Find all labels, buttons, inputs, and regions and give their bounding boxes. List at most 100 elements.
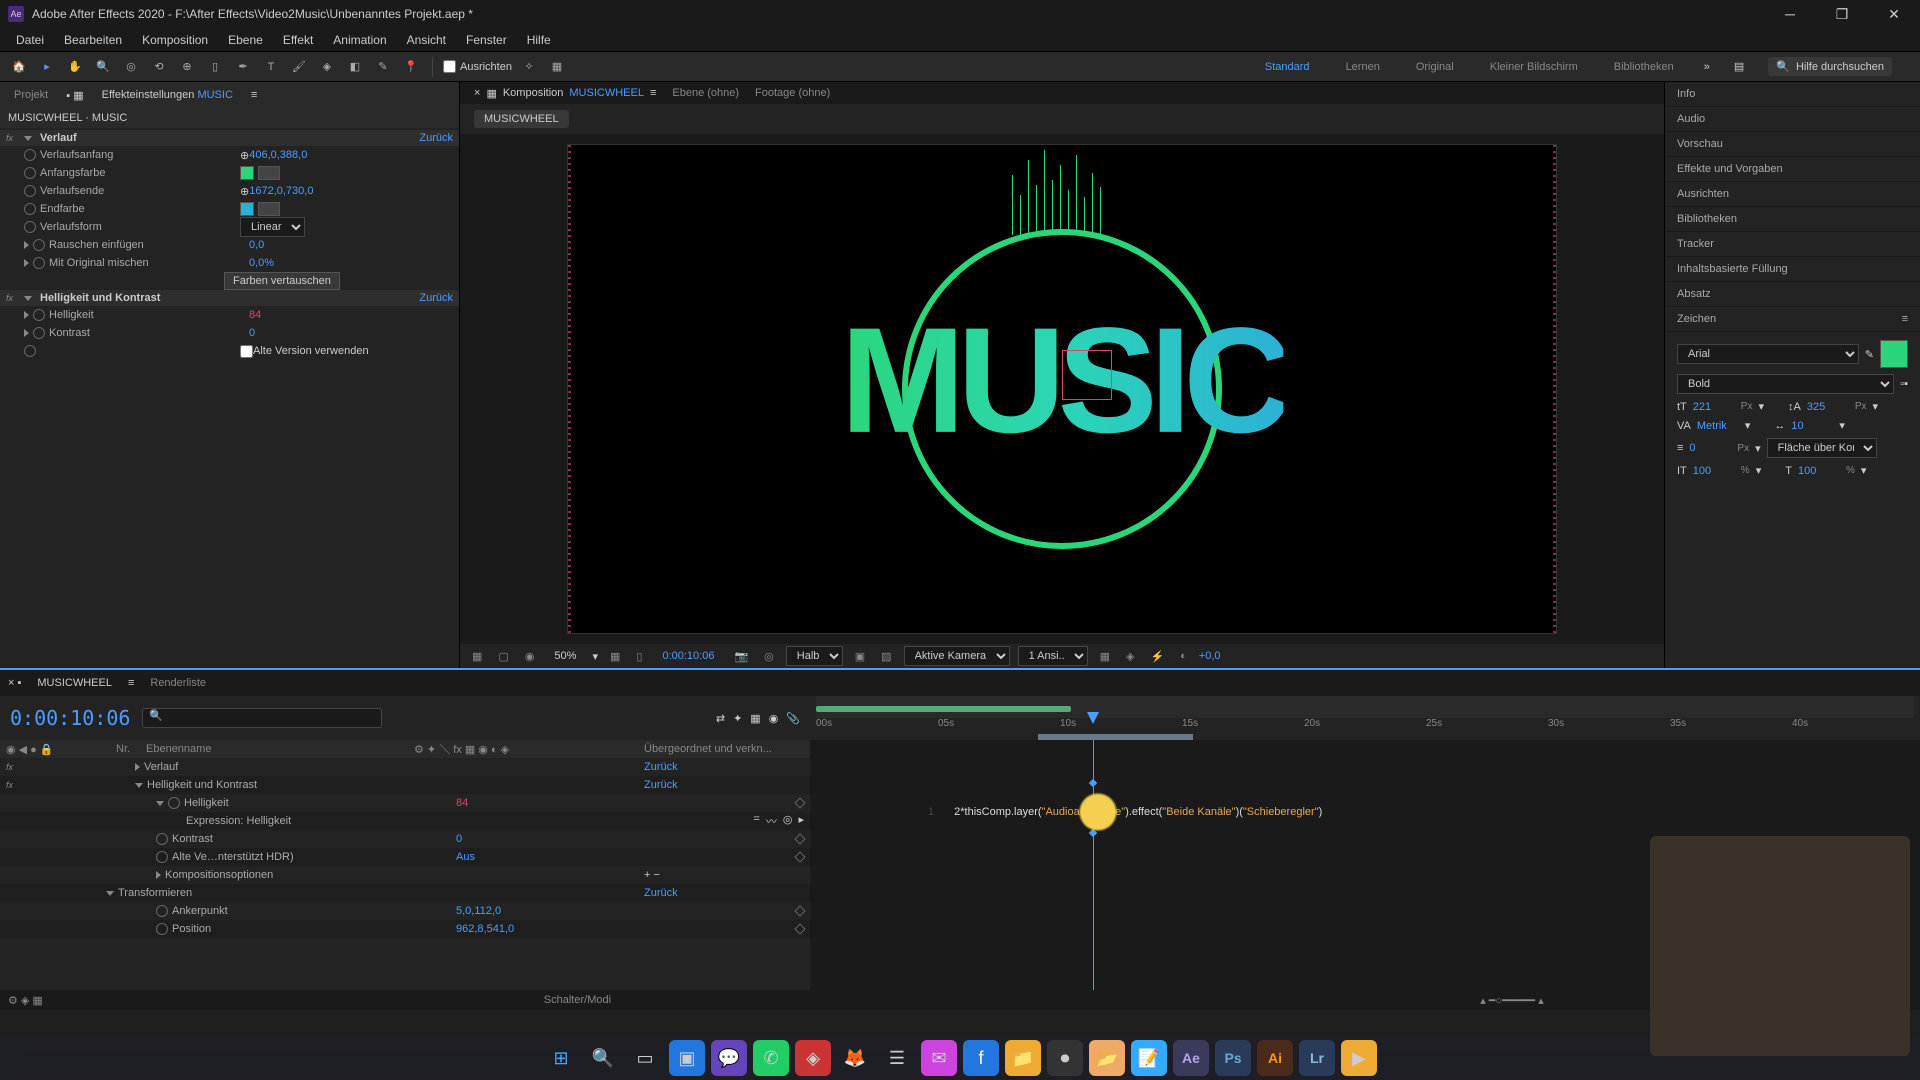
brush-tool[interactable]: 🖌 <box>288 56 310 78</box>
timeline-tab-comp[interactable]: MUSICWHEEL <box>37 677 112 689</box>
workspace-lernen[interactable]: Lernen <box>1340 57 1386 77</box>
rotate-tool[interactable]: ⟲ <box>148 56 170 78</box>
stopwatch-icon[interactable] <box>33 327 45 339</box>
crosshair-icon[interactable]: ⊕ <box>240 149 249 162</box>
tab-projekt[interactable]: Projekt <box>8 85 54 105</box>
snap-icon[interactable]: ✧ <box>518 56 540 78</box>
roto-tool[interactable]: ✎ <box>372 56 394 78</box>
vc-views-select[interactable]: 1 Ansi... <box>1018 646 1088 666</box>
fx-badge-icon[interactable]: fx <box>6 133 20 143</box>
panel-audio[interactable]: Audio <box>1665 107 1920 132</box>
font-size-value[interactable]: 221 <box>1693 401 1735 413</box>
farben-vertauschen-button[interactable]: Farben vertauschen <box>224 272 340 290</box>
workspace-kleiner[interactable]: Kleiner Bildschirm <box>1484 57 1584 77</box>
vc-channel-icon[interactable]: ◎ <box>760 648 778 665</box>
eyedropper-icon[interactable] <box>258 166 280 180</box>
close-button[interactable]: ✕ <box>1876 4 1912 24</box>
menu-hilfe[interactable]: Hilfe <box>517 29 561 51</box>
stopwatch-icon[interactable] <box>33 309 45 321</box>
eraser-tool[interactable]: ◧ <box>344 56 366 78</box>
taskbar-messenger[interactable]: ✉ <box>921 1040 957 1076</box>
row-komposition-opt[interactable]: Kompositionsoptionen <box>165 869 644 881</box>
workspace-bibliotheken[interactable]: Bibliotheken <box>1608 57 1680 77</box>
row-kontrast[interactable]: Kontrast <box>172 833 456 845</box>
stroke-toggle-icon[interactable]: ▫▪ <box>1900 378 1908 390</box>
vc-alpha-icon[interactable]: ▦ <box>468 648 486 665</box>
chevron-down-icon[interactable]: ▾ <box>592 650 598 663</box>
menu-datei[interactable]: Datei <box>6 29 54 51</box>
effect-helligkeit-reset[interactable]: Zurück <box>419 292 453 304</box>
vc-exposure-icon[interactable]: ◐ <box>1176 648 1191 664</box>
select-verlaufsform[interactable]: Linear <box>240 217 305 237</box>
chevron-down-icon[interactable]: ▾ <box>1873 400 1879 413</box>
vc-transparency-icon[interactable]: ▨ <box>877 648 895 665</box>
row-helligkeit-prop[interactable]: Helligkeit <box>184 797 456 809</box>
orbit-tool[interactable]: ◎ <box>120 56 142 78</box>
panel-info[interactable]: Info <box>1665 82 1920 107</box>
align-checkbox[interactable]: Ausrichten <box>443 60 512 73</box>
tab-ebene[interactable]: Ebene (ohne) <box>672 87 739 99</box>
chevron-down-icon[interactable]: ▾ <box>1839 419 1845 432</box>
taskbar-app[interactable]: 💬 <box>711 1040 747 1076</box>
keyframe-nav-icon[interactable] <box>794 905 805 916</box>
stopwatch-icon[interactable] <box>24 167 36 179</box>
row-position-val[interactable]: 962,8,541,0 <box>456 923 616 935</box>
val-verlaufsende[interactable]: 1672,0,730,0 <box>249 185 313 197</box>
row-expression[interactable]: Expression: Helligkeit <box>186 815 733 827</box>
tab-komposition[interactable]: ×▦KompositionMUSICWHEEL≡ <box>474 87 656 100</box>
taskbar-app[interactable]: ◈ <box>795 1040 831 1076</box>
row-transformieren[interactable]: Transformieren <box>118 887 644 899</box>
keyframe-nav-icon[interactable] <box>794 851 805 862</box>
timeline-tab-render[interactable]: Renderliste <box>150 677 206 689</box>
vc-mask-icon[interactable]: ◉ <box>521 648 539 665</box>
row-alte-version-val[interactable]: Aus <box>456 851 616 863</box>
row-ankerpunkt[interactable]: Ankerpunkt <box>172 905 456 917</box>
taskbar-firefox[interactable]: 🦊 <box>837 1040 873 1076</box>
playhead-line[interactable] <box>1093 740 1094 990</box>
timeline-frame-blend-icon[interactable]: ▦ <box>750 712 760 725</box>
panel-zeichen[interactable]: Zeichen <box>1677 313 1716 325</box>
row-komposition-btns[interactable]: + − <box>644 869 804 881</box>
panel-inhaltsbasierte[interactable]: Inhaltsbasierte Füllung <box>1665 257 1920 282</box>
expr-lang-icon[interactable]: ▸ <box>798 813 804 829</box>
timeline-moblur-icon[interactable]: ◉ <box>769 712 779 725</box>
menu-ebene[interactable]: Ebene <box>218 29 273 51</box>
crosshair-icon[interactable]: ⊕ <box>240 185 249 198</box>
menu-komposition[interactable]: Komposition <box>132 29 218 51</box>
taskbar-whatsapp[interactable]: ✆ <box>753 1040 789 1076</box>
text-color-swatch[interactable] <box>1880 340 1908 368</box>
clone-tool[interactable]: ◈ <box>316 56 338 78</box>
fx-badge-icon[interactable]: fx <box>6 293 20 303</box>
chevron-down-icon[interactable]: ▾ <box>1745 419 1751 432</box>
vc-timecode[interactable]: 0:00:10:06 <box>654 648 722 664</box>
chevron-down-icon[interactable]: ▾ <box>1758 400 1764 413</box>
menu-fenster[interactable]: Fenster <box>456 29 517 51</box>
chevron-down-icon[interactable]: ▾ <box>1861 464 1867 477</box>
vc-draft-icon[interactable]: ◈ <box>1122 648 1138 665</box>
menu-bearbeiten[interactable]: Bearbeiten <box>54 29 132 51</box>
stroke-value[interactable]: 0 <box>1689 442 1731 454</box>
timeline-footer-icon[interactable]: ⚙ ◈ ▦ <box>8 994 43 1007</box>
menu-effekt[interactable]: Effekt <box>273 29 323 51</box>
timeline-graph-icon[interactable]: 📎 <box>786 712 800 725</box>
val-helligkeit[interactable]: 84 <box>249 309 261 321</box>
vc-grid-icon[interactable]: ▦ <box>606 648 624 665</box>
kerning-value[interactable]: Metrik <box>1697 420 1739 432</box>
anchor-tool[interactable]: ⊕ <box>176 56 198 78</box>
panel-absatz[interactable]: Absatz <box>1665 282 1920 307</box>
rect-tool[interactable]: ▯ <box>204 56 226 78</box>
hscale-value[interactable]: 100 <box>1798 465 1840 477</box>
timeline-shy-icon[interactable]: ✦ <box>733 712 742 725</box>
tab-footage[interactable]: Footage (ohne) <box>755 87 830 99</box>
eyedropper-icon[interactable]: ✎ <box>1865 348 1874 361</box>
effect-verlauf-name[interactable]: Verlauf <box>40 132 415 144</box>
keyframe-nav-icon[interactable] <box>794 923 805 934</box>
work-area-bar[interactable] <box>816 706 1071 712</box>
row-transformieren-reset[interactable]: Zurück <box>644 887 804 899</box>
maximize-button[interactable]: ❐ <box>1824 4 1860 24</box>
workspace-standard[interactable]: Standard <box>1259 57 1316 77</box>
panel-toggle-icon[interactable]: ▤ <box>1734 60 1744 73</box>
vc-3d-icon[interactable]: ▦ <box>1096 648 1114 665</box>
vscale-value[interactable]: 100 <box>1693 465 1735 477</box>
val-verlaufsanfang[interactable]: 406,0,388,0 <box>249 149 307 161</box>
